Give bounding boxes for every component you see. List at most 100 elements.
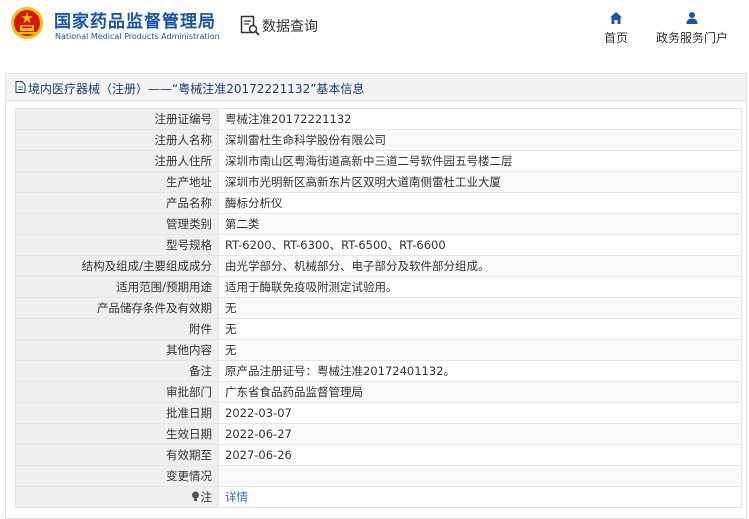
field-value-text: 广东省食品药品监督管理局 <box>225 385 363 399</box>
table-row: 产品储存条件及有效期无 <box>15 297 742 319</box>
field-value-text: 无 <box>225 301 237 315</box>
lightbulb-icon <box>191 491 199 501</box>
field-label-text: 审批部门 <box>166 385 212 399</box>
field-value: 无 <box>218 297 742 319</box>
field-value-text: 适用于酶联免疫吸附测定试验用。 <box>225 280 398 294</box>
field-value: 详情 <box>218 486 742 508</box>
table-row: 注详情 <box>15 486 742 508</box>
field-label-text: 产品名称 <box>166 196 212 210</box>
field-label-text: 产品储存条件及有效期 <box>97 301 212 315</box>
field-value-text: 无 <box>225 343 237 357</box>
field-value: 酶标分析仪 <box>218 192 742 214</box>
field-label: 变更情况 <box>15 465 219 487</box>
field-label-text: 变更情况 <box>166 469 212 483</box>
field-label-text: 有效期至 <box>166 448 212 462</box>
site-header: 国家药品监督管理局 National Medical Products Admi… <box>0 0 749 60</box>
field-value-text: 无 <box>225 322 237 336</box>
field-value: 深圳市光明新区高新东片区双明大道南侧雷杜工业大厦 <box>218 171 742 193</box>
table-row: 生效日期 2022-06-27 <box>15 423 742 445</box>
field-label: 产品储存条件及有效期 <box>15 297 219 319</box>
field-value-text: 酶标分析仪 <box>225 196 283 210</box>
field-label-text: 型号规格 <box>166 238 212 252</box>
field-value: 粤械注准20172221132 <box>218 108 742 130</box>
nav-home[interactable]: 首页 <box>598 11 634 46</box>
person-icon <box>686 12 698 24</box>
field-value-text: 原产品注册证号：粤械注准20172401132。 <box>225 364 455 378</box>
field-value: 2022-06-27 <box>218 423 742 445</box>
field-label: 其他内容 <box>15 339 219 361</box>
table-row: 型号规格 RT-6200、RT-6300、RT-6500、RT-6600 <box>15 234 742 256</box>
nav-gov-service[interactable]: 政务服务门户 <box>652 11 732 46</box>
field-label: 审批部门 <box>15 381 219 403</box>
field-value-text: RT-6200、RT-6300、RT-6500、RT-6600 <box>225 238 446 252</box>
field-value: 2022-03-07 <box>218 402 742 424</box>
data-query-title: 数据查询 <box>262 19 318 35</box>
detail-panel: 境内医疗器械（注册）——“粤械注准20172221132”基本信息 注册证编号粤… <box>5 73 747 519</box>
panel-header: 境内医疗器械（注册）——“粤械注准20172221132”基本信息 <box>6 74 746 101</box>
table-row: 批准日期 2022-03-07 <box>15 402 742 424</box>
document-icon <box>15 81 26 93</box>
field-label: 产品名称 <box>15 192 219 214</box>
field-label-text: 适用范围/预期用途 <box>116 280 212 294</box>
field-value: RT-6200、RT-6300、RT-6500、RT-6600 <box>218 234 742 256</box>
field-label-text: 注册证编号 <box>154 112 213 126</box>
field-label: 注册人住所 <box>15 150 219 172</box>
field-label: 备注 <box>15 360 219 382</box>
table-row: 结构及组成/主要组成成分 由光学部分、机械部分、电子部分及软件部分组成。 <box>15 255 742 277</box>
brand-name[interactable]: 国家药品监督管理局 <box>54 7 216 32</box>
field-label: 有效期至 <box>15 444 219 466</box>
table-row: 注册人住所 深圳市南山区粤海街道高新中三道二号软件园五号楼二层 <box>15 150 742 172</box>
field-label: 型号规格 <box>15 234 219 256</box>
field-label: 生效日期 <box>15 423 219 445</box>
field-value-text: 2027-06-26 <box>225 448 292 462</box>
field-label: 适用范围/预期用途 <box>15 276 219 298</box>
field-label: 批准日期 <box>15 402 219 424</box>
field-label-text: 备注 <box>189 364 212 378</box>
document-search-icon <box>240 15 260 36</box>
field-label-text: 生产地址 <box>166 175 212 189</box>
field-value: 深圳市南山区粤海街道高新中三道二号软件园五号楼二层 <box>218 150 742 172</box>
field-label-text: 注册人名称 <box>154 133 213 147</box>
table-row: 产品名称 酶标分析仪 <box>15 192 742 214</box>
table-row: 附件无 <box>15 318 742 340</box>
field-label: 附件 <box>15 318 219 340</box>
field-value: 由光学部分、机械部分、电子部分及软件部分组成。 <box>218 255 742 277</box>
field-label: 注册人名称 <box>15 129 219 151</box>
field-label: 生产地址 <box>15 171 219 193</box>
field-value: 无 <box>218 339 742 361</box>
field-value: 2027-06-26 <box>218 444 742 466</box>
field-label: 注册证编号 <box>15 108 219 130</box>
nav-home-label: 首页 <box>603 31 628 45</box>
field-value <box>218 465 742 487</box>
field-value-text: 深圳市南山区粤海街道高新中三道二号软件园五号楼二层 <box>225 154 513 168</box>
field-value-text: 2022-06-27 <box>225 427 292 441</box>
registration-info-table: 注册证编号 粤械注准20172221132 注册人名称 深圳雷杜生命科学股份有限公司注… <box>15 108 742 508</box>
field-value: 无 <box>218 318 742 340</box>
home-icon <box>610 12 622 24</box>
national-emblem-icon[interactable] <box>10 6 44 40</box>
field-value-text: 2022-03-07 <box>225 406 292 420</box>
field-label-text: 注册人住所 <box>154 154 213 168</box>
table-row: 其他内容无 <box>15 339 742 361</box>
table-row: 管理类别 第二类 <box>15 213 742 235</box>
field-value-text: 深圳市光明新区高新东片区双明大道南侧雷杜工业大厦 <box>225 175 501 189</box>
field-value-text: 第二类 <box>225 217 260 231</box>
field-label: 结构及组成/主要组成成分 <box>15 255 219 277</box>
field-label-text: 结构及组成/主要组成成分 <box>81 259 212 273</box>
field-label: 注 <box>15 486 219 508</box>
field-label-text: 注 <box>200 490 213 504</box>
table-row: 注册人名称 深圳雷杜生命科学股份有限公司 <box>15 129 742 151</box>
table-row: 审批部门 广东省食品药品监督管理局 <box>15 381 742 403</box>
table-row: 生产地址 深圳市光明新区高新东片区双明大道南侧雷杜工业大厦 <box>15 171 742 193</box>
field-value: 适用于酶联免疫吸附测定试验用。 <box>218 276 742 298</box>
table-row: 有效期至 2027-06-26 <box>15 444 742 466</box>
detail-link[interactable]: 详情 <box>225 490 248 504</box>
panel-title: 境内医疗器械（注册）——“粤械注准20172221132”基本信息 <box>28 82 365 96</box>
table-row: 备注 原产品注册证号：粤械注准20172401132。 <box>15 360 742 382</box>
field-label-text: 附件 <box>189 322 212 336</box>
brand-name-en[interactable]: National Medical Products Administration <box>55 32 220 41</box>
field-value-text: 深圳雷杜生命科学股份有限公司 <box>225 133 386 147</box>
field-value: 原产品注册证号：粤械注准20172401132。 <box>218 360 742 382</box>
field-value: 第二类 <box>218 213 742 235</box>
field-label-text: 管理类别 <box>166 217 212 231</box>
